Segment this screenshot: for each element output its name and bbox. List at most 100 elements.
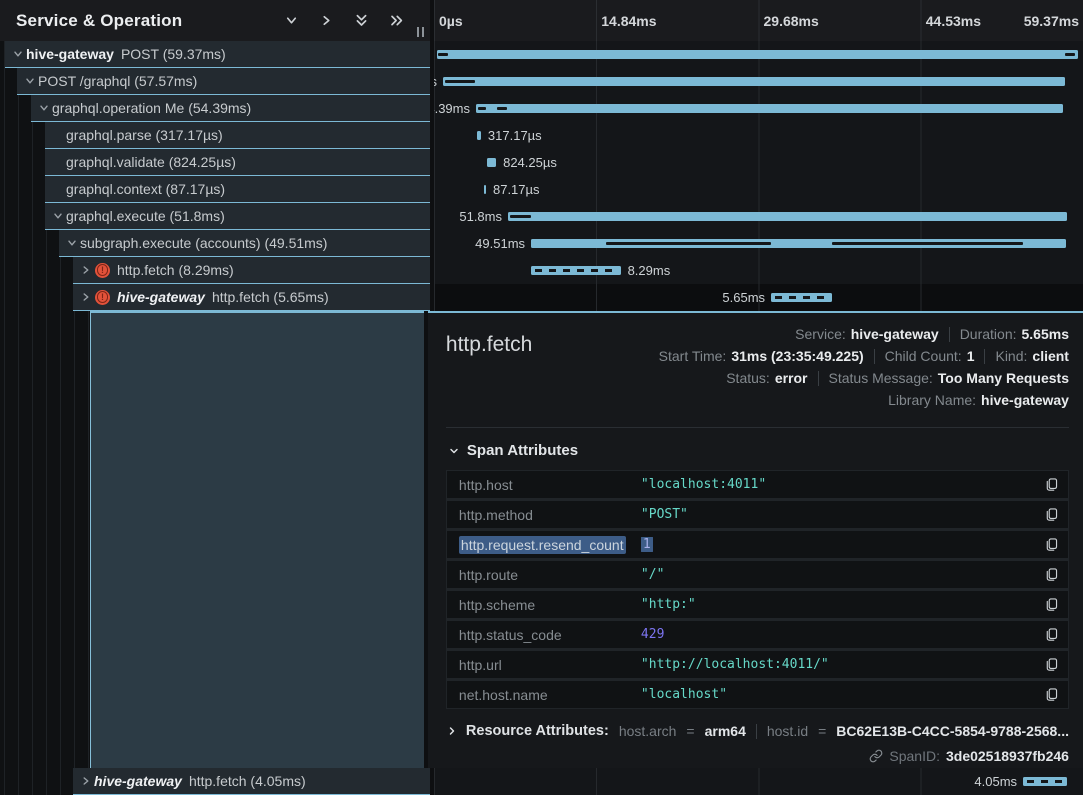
copy-button[interactable] (1038, 627, 1058, 642)
span-duration-bar[interactable] (487, 158, 496, 167)
panel-resize-grip[interactable] (417, 27, 424, 37)
span-row-label[interactable]: graphql.validate (824.25µs) (45, 149, 430, 176)
copy-button[interactable] (1038, 567, 1058, 582)
span-duration-bar[interactable] (437, 50, 1078, 59)
attribute-row: net.host.name "localhost" (447, 681, 1068, 708)
attribute-value[interactable]: "localhost:4011" (641, 477, 1038, 492)
span-row-label[interactable]: http.fetch (8.29ms) (73, 257, 430, 284)
attribute-key[interactable]: http.request.resend_count (459, 537, 641, 553)
span-timeline-cell: 51.8ms (434, 203, 1083, 230)
span-row-label[interactable]: hive-gatewayPOST (59.37ms) (5, 41, 430, 68)
span-row-label[interactable]: graphql.context (87.17µs) (45, 176, 430, 203)
meta-label: Duration: (960, 326, 1017, 342)
span-row-label[interactable]: subgraph.execute (accounts) (49.51ms) (59, 230, 430, 257)
resource-attribute-value: BC62E13B-C4CC-5854-9788-2568... (836, 723, 1069, 739)
copy-button[interactable] (1038, 597, 1058, 612)
meta-label: Status: (726, 370, 770, 386)
span-duration-bar[interactable] (477, 131, 481, 140)
chevron-right-button[interactable] (317, 12, 335, 30)
span-timeline-cell: 317.17µs (434, 122, 1083, 149)
resource-attributes-row[interactable]: Resource Attributes: host.arch = arm64 h… (446, 723, 1069, 739)
attribute-key[interactable]: http.status_code (459, 627, 641, 643)
copy-icon (1045, 477, 1058, 492)
service-operation-header: Service & Operation (0, 0, 430, 41)
span-duration-bar[interactable] (476, 104, 1063, 113)
span-row-label[interactable]: hive-gatewayhttp.fetch (4.05ms) (73, 768, 430, 795)
chevron-right-icon (80, 291, 92, 303)
meta-label: Kind: (995, 348, 1027, 364)
chevron-spacer (50, 128, 66, 142)
copy-icon (1045, 537, 1058, 552)
chevron-spacer (50, 155, 66, 169)
meta-separator (818, 371, 819, 386)
chevron-down-icon[interactable] (64, 236, 80, 250)
chevron-down-icon[interactable] (36, 101, 52, 115)
meta-value: hive-gateway (851, 326, 939, 342)
span-operation-label: graphql.parse (317.17µs) (66, 127, 223, 143)
attribute-value[interactable]: "http://localhost:4011/" (641, 657, 1038, 672)
copy-button[interactable] (1038, 687, 1058, 702)
attribute-key[interactable]: http.route (459, 567, 641, 583)
copy-button[interactable] (1038, 507, 1058, 522)
chevron-down-icon (52, 210, 64, 222)
span-duration-bar[interactable] (531, 266, 621, 275)
span-duration-bar[interactable] (508, 212, 1067, 221)
span-operation-label: POST /graphql (57.57ms) (38, 73, 197, 89)
span-row: graphql.execute (51.8ms) 51.8ms (0, 203, 1083, 230)
double-chevron-down-button[interactable] (352, 12, 370, 30)
attribute-value[interactable]: "POST" (641, 507, 1038, 522)
span-tree-cell: graphql.operation Me (54.39ms) (0, 95, 430, 122)
chevron-right-icon[interactable] (78, 290, 94, 304)
span-duration-bar[interactable] (484, 185, 486, 194)
span-row-label[interactable]: graphql.parse (317.17µs) (45, 122, 430, 149)
chevron-down-icon[interactable] (22, 74, 38, 88)
chevron-down-icon[interactable] (10, 47, 26, 61)
attribute-value[interactable]: 429 (641, 627, 1038, 642)
attribute-key[interactable]: http.scheme (459, 597, 641, 613)
meta-item: Duration: 5.65ms (960, 326, 1069, 342)
span-tree-cell: subgraph.execute (accounts) (49.51ms) (0, 230, 430, 257)
chevron-right-icon[interactable] (78, 774, 94, 788)
span-operation-label: http.fetch (4.05ms) (189, 773, 306, 789)
span-row: graphql.context (87.17µs) 87.17µs (0, 176, 1083, 203)
attribute-value[interactable]: "http:" (641, 597, 1038, 612)
attribute-key[interactable]: http.method (459, 507, 641, 523)
attribute-row: http.route "/" (447, 561, 1068, 588)
timeline-ruler: 0µs14.84ms29.68ms44.53ms59.37ms (434, 0, 1083, 41)
meta-value: hive-gateway (981, 392, 1069, 408)
chevron-down-icon (284, 13, 299, 28)
copy-button[interactable] (1038, 477, 1058, 492)
span-id-value[interactable]: 3de02518937fb246 (946, 748, 1069, 764)
span-row-label[interactable]: hive-gatewayhttp.fetch (5.65ms) (73, 284, 430, 311)
copy-button[interactable] (1038, 537, 1058, 552)
chevron-down-button[interactable] (282, 12, 300, 30)
attribute-row: http.method "POST" (447, 501, 1068, 528)
attribute-value[interactable]: "localhost" (641, 687, 1038, 702)
span-duration-bar[interactable] (1023, 777, 1067, 786)
attribute-key[interactable]: http.host (459, 477, 641, 493)
meta-label: Child Count: (885, 348, 962, 364)
attribute-key[interactable]: net.host.name (459, 687, 641, 703)
attribute-row: http.scheme "http:" (447, 591, 1068, 618)
span-tree-cell: graphql.validate (824.25µs) (0, 149, 430, 176)
span-row: http.fetch (8.29ms) 8.29ms (0, 257, 1083, 284)
attribute-value[interactable]: 1 (641, 537, 1038, 552)
chevron-right-icon (319, 13, 334, 28)
span-row-label[interactable]: graphql.execute (51.8ms) (45, 203, 430, 230)
span-duration-bar[interactable] (771, 293, 832, 302)
span-row-label[interactable]: POST /graphql (57.57ms) (17, 68, 430, 95)
chevron-right-icon (446, 725, 458, 737)
meta-separator (874, 349, 875, 364)
copy-icon (1045, 597, 1058, 612)
span-tree-cell: POST /graphql (57.57ms) (0, 68, 430, 95)
chevron-down-icon[interactable] (50, 209, 66, 223)
chevron-right-icon[interactable] (78, 263, 94, 277)
span-row-label[interactable]: graphql.operation Me (54.39ms) (31, 95, 430, 122)
error-icon (95, 263, 110, 278)
copy-button[interactable] (1038, 657, 1058, 672)
span-attributes-toggle[interactable]: Span Attributes (448, 442, 1069, 459)
attribute-value[interactable]: "/" (641, 567, 1038, 582)
attribute-key[interactable]: http.url (459, 657, 641, 673)
span-duration-bar[interactable] (443, 77, 1065, 86)
double-chevron-right-button[interactable] (387, 12, 405, 30)
